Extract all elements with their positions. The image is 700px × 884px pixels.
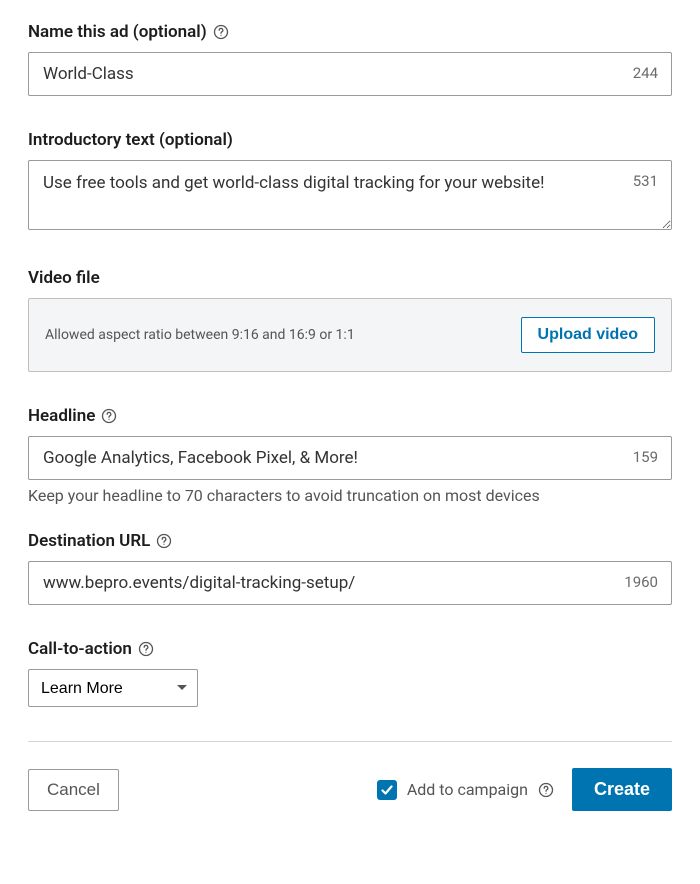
add-to-campaign-group: Add to campaign <box>377 780 554 800</box>
intro-text-label-row: Introductory text (optional) <box>28 130 672 150</box>
video-file-label: Video file <box>28 268 100 288</box>
headline-input-wrap: 159 <box>28 436 672 480</box>
destination-url-input-wrap: 1960 <box>28 561 672 605</box>
video-upload-box: Allowed aspect ratio between 9:16 and 16… <box>28 298 672 372</box>
destination-url-label-row: Destination URL <box>28 531 672 551</box>
destination-url-label: Destination URL <box>28 531 150 551</box>
footer: Cancel Add to campaign Create <box>28 768 672 811</box>
name-ad-input-wrap: 244 <box>28 52 672 96</box>
name-ad-input[interactable] <box>28 52 672 96</box>
video-file-field: Video file Allowed aspect ratio between … <box>28 268 672 372</box>
destination-url-field: Destination URL 1960 <box>28 531 672 605</box>
create-button[interactable]: Create <box>572 768 672 811</box>
footer-divider <box>28 741 672 742</box>
help-icon[interactable] <box>138 641 154 657</box>
headline-field: Headline 159 Keep your headline to 70 ch… <box>28 406 672 505</box>
cancel-button[interactable]: Cancel <box>28 769 119 811</box>
name-ad-field: Name this ad (optional) 244 <box>28 22 672 96</box>
video-aspect-hint: Allowed aspect ratio between 9:16 and 16… <box>45 327 355 343</box>
help-icon[interactable] <box>101 408 117 424</box>
cta-field: Call-to-action Learn More <box>28 639 672 707</box>
intro-text-input[interactable]: Use free tools and get world-class digit… <box>28 160 672 230</box>
destination-url-input[interactable] <box>28 561 672 605</box>
name-ad-label-row: Name this ad (optional) <box>28 22 672 42</box>
upload-video-button[interactable]: Upload video <box>521 317 655 353</box>
cta-select-wrap: Learn More <box>28 669 198 707</box>
video-file-label-row: Video file <box>28 268 672 288</box>
add-to-campaign-label: Add to campaign <box>407 780 528 799</box>
add-to-campaign-checkbox[interactable] <box>377 780 397 800</box>
cta-label-row: Call-to-action <box>28 639 672 659</box>
headline-input[interactable] <box>28 436 672 480</box>
footer-right: Add to campaign Create <box>377 768 672 811</box>
intro-text-label: Introductory text (optional) <box>28 130 233 150</box>
help-icon[interactable] <box>538 782 554 798</box>
headline-label: Headline <box>28 406 95 426</box>
cta-label: Call-to-action <box>28 639 132 659</box>
headline-hint: Keep your headline to 70 characters to a… <box>28 486 672 505</box>
intro-text-input-wrap: Use free tools and get world-class digit… <box>28 160 672 234</box>
help-icon[interactable] <box>213 24 229 40</box>
help-icon[interactable] <box>156 533 172 549</box>
intro-text-field: Introductory text (optional) Use free to… <box>28 130 672 234</box>
name-ad-label: Name this ad (optional) <box>28 22 207 42</box>
cta-select[interactable]: Learn More <box>28 669 198 707</box>
headline-label-row: Headline <box>28 406 672 426</box>
